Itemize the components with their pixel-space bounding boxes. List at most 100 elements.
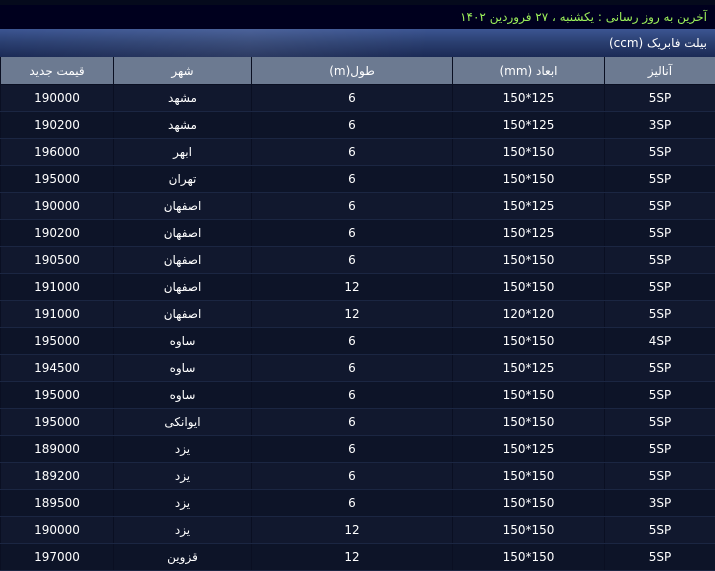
cell-city: تهران: [114, 166, 252, 193]
table-row: 5SP150*1506ابهر196000: [1, 139, 715, 166]
cell-city: اصفهان: [114, 220, 252, 247]
table-row: 5SP150*1256اصفهان190000: [1, 193, 715, 220]
cell-dimensions: 120*120: [453, 301, 605, 328]
cell-new-price: 190000: [1, 517, 114, 544]
cell-dimensions: 150*125: [453, 436, 605, 463]
cell-length: 6: [252, 382, 453, 409]
cell-alloy: 5SP: [605, 463, 715, 490]
cell-city: یزد: [114, 436, 252, 463]
cell-new-price: 190000: [1, 193, 114, 220]
cell-city: اصفهان: [114, 247, 252, 274]
cell-city: ساوه: [114, 355, 252, 382]
cell-new-price: 196000: [1, 139, 114, 166]
cell-alloy: 5SP: [605, 220, 715, 247]
cell-city: ساوه: [114, 382, 252, 409]
cell-length: 6: [252, 490, 453, 517]
cell-length: 6: [252, 463, 453, 490]
table-row: 5SP120*12012اصفهان191000: [1, 301, 715, 328]
cell-new-price: 191000: [1, 274, 114, 301]
cell-length: 12: [252, 544, 453, 571]
cell-dimensions: 150*150: [453, 490, 605, 517]
cell-dimensions: 150*150: [453, 517, 605, 544]
cell-length: 12: [252, 517, 453, 544]
table-row: 5SP150*15012یزد190000: [1, 517, 715, 544]
cell-new-price: 189500: [1, 490, 114, 517]
cell-alloy: 3SP: [605, 490, 715, 517]
table-body: 5SP150*1256مشهد1900003SP150*1256مشهد1902…: [1, 85, 715, 571]
cell-alloy: 3SP: [605, 112, 715, 139]
cell-alloy: 5SP: [605, 247, 715, 274]
table-row: 5SP150*1506اصفهان190500: [1, 247, 715, 274]
cell-dimensions: 150*125: [453, 193, 605, 220]
cell-new-price: 190200: [1, 220, 114, 247]
cell-new-price: 191000: [1, 301, 114, 328]
column-header-length[interactable]: طول(m): [252, 57, 453, 85]
cell-city: ساوه: [114, 328, 252, 355]
table-row: 5SP150*1506ساوه195000: [1, 382, 715, 409]
column-header-alloy[interactable]: آنالیز: [605, 57, 715, 85]
cell-length: 6: [252, 247, 453, 274]
table-title-bar: بیلت فابریک (ccm): [0, 29, 715, 57]
column-header-dimensions[interactable]: ابعاد (mm): [453, 57, 605, 85]
cell-city: قزوین: [114, 544, 252, 571]
table-row: 3SP150*1256مشهد190200: [1, 112, 715, 139]
column-header-new-price[interactable]: قیمت جدید: [1, 57, 114, 85]
cell-city: مشهد: [114, 112, 252, 139]
cell-length: 6: [252, 355, 453, 382]
cell-dimensions: 150*150: [453, 274, 605, 301]
cell-alloy: 5SP: [605, 274, 715, 301]
table-row: 5SP150*1506یزد189200: [1, 463, 715, 490]
cell-new-price: 195000: [1, 166, 114, 193]
cell-alloy: 5SP: [605, 544, 715, 571]
cell-alloy: 5SP: [605, 517, 715, 544]
cell-length: 6: [252, 112, 453, 139]
cell-dimensions: 150*125: [453, 355, 605, 382]
table-row: 5SP150*1256مشهد190000: [1, 85, 715, 112]
cell-dimensions: 150*150: [453, 544, 605, 571]
cell-city: یزد: [114, 490, 252, 517]
last-update-text: آخرین به روز رسانی : یکشنبه ، ۲۷ فروردین…: [460, 10, 707, 24]
cell-length: 6: [252, 193, 453, 220]
cell-dimensions: 150*125: [453, 85, 605, 112]
cell-alloy: 4SP: [605, 328, 715, 355]
cell-length: 6: [252, 139, 453, 166]
cell-new-price: 190000: [1, 85, 114, 112]
cell-dimensions: 150*125: [453, 220, 605, 247]
cell-city: مشهد: [114, 85, 252, 112]
cell-city: ایوانکی: [114, 409, 252, 436]
cell-new-price: 194500: [1, 355, 114, 382]
cell-alloy: 5SP: [605, 409, 715, 436]
table-row: 5SP150*15012اصفهان191000: [1, 274, 715, 301]
cell-new-price: 197000: [1, 544, 114, 571]
cell-alloy: 5SP: [605, 166, 715, 193]
cell-new-price: 190200: [1, 112, 114, 139]
table-title: بیلت فابریک (ccm): [609, 36, 707, 50]
table-row: 5SP150*1256ساوه194500: [1, 355, 715, 382]
cell-alloy: 5SP: [605, 301, 715, 328]
cell-length: 12: [252, 301, 453, 328]
table-row: 5SP150*15012قزوین197000: [1, 544, 715, 571]
cell-length: 6: [252, 436, 453, 463]
cell-dimensions: 150*150: [453, 382, 605, 409]
cell-length: 12: [252, 274, 453, 301]
cell-city: اصفهان: [114, 193, 252, 220]
cell-dimensions: 150*150: [453, 247, 605, 274]
cell-dimensions: 150*150: [453, 463, 605, 490]
table-row: 4SP150*1506ساوه195000: [1, 328, 715, 355]
cell-new-price: 195000: [1, 328, 114, 355]
cell-dimensions: 150*150: [453, 166, 605, 193]
price-table: آنالیز ابعاد (mm) طول(m) شهر قیمت جدید 5…: [0, 57, 715, 571]
cell-new-price: 189200: [1, 463, 114, 490]
cell-new-price: 195000: [1, 382, 114, 409]
cell-city: یزد: [114, 517, 252, 544]
cell-dimensions: 150*125: [453, 112, 605, 139]
last-update-bar: آخرین به روز رسانی : یکشنبه ، ۲۷ فروردین…: [0, 5, 715, 29]
title-bar-glare: [0, 29, 715, 57]
cell-length: 6: [252, 328, 453, 355]
cell-length: 6: [252, 409, 453, 436]
cell-new-price: 190500: [1, 247, 114, 274]
column-header-city[interactable]: شهر: [114, 57, 252, 85]
cell-new-price: 189000: [1, 436, 114, 463]
cell-alloy: 5SP: [605, 436, 715, 463]
table-row: 5SP150*1506تهران195000: [1, 166, 715, 193]
